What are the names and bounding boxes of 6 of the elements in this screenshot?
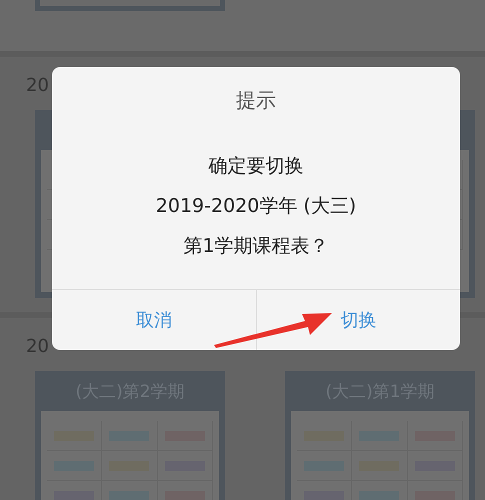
dialog-title: 提示 (236, 87, 276, 114)
dialog-message: 第1学期课程表？ (183, 234, 329, 259)
timetable-card[interactable] (35, 0, 225, 11)
switch-button[interactable]: 切换 (256, 290, 460, 350)
dialog-message: 确定要切换 (208, 154, 304, 179)
dialog-message: 2019-2020学年 (大三) (156, 194, 356, 219)
